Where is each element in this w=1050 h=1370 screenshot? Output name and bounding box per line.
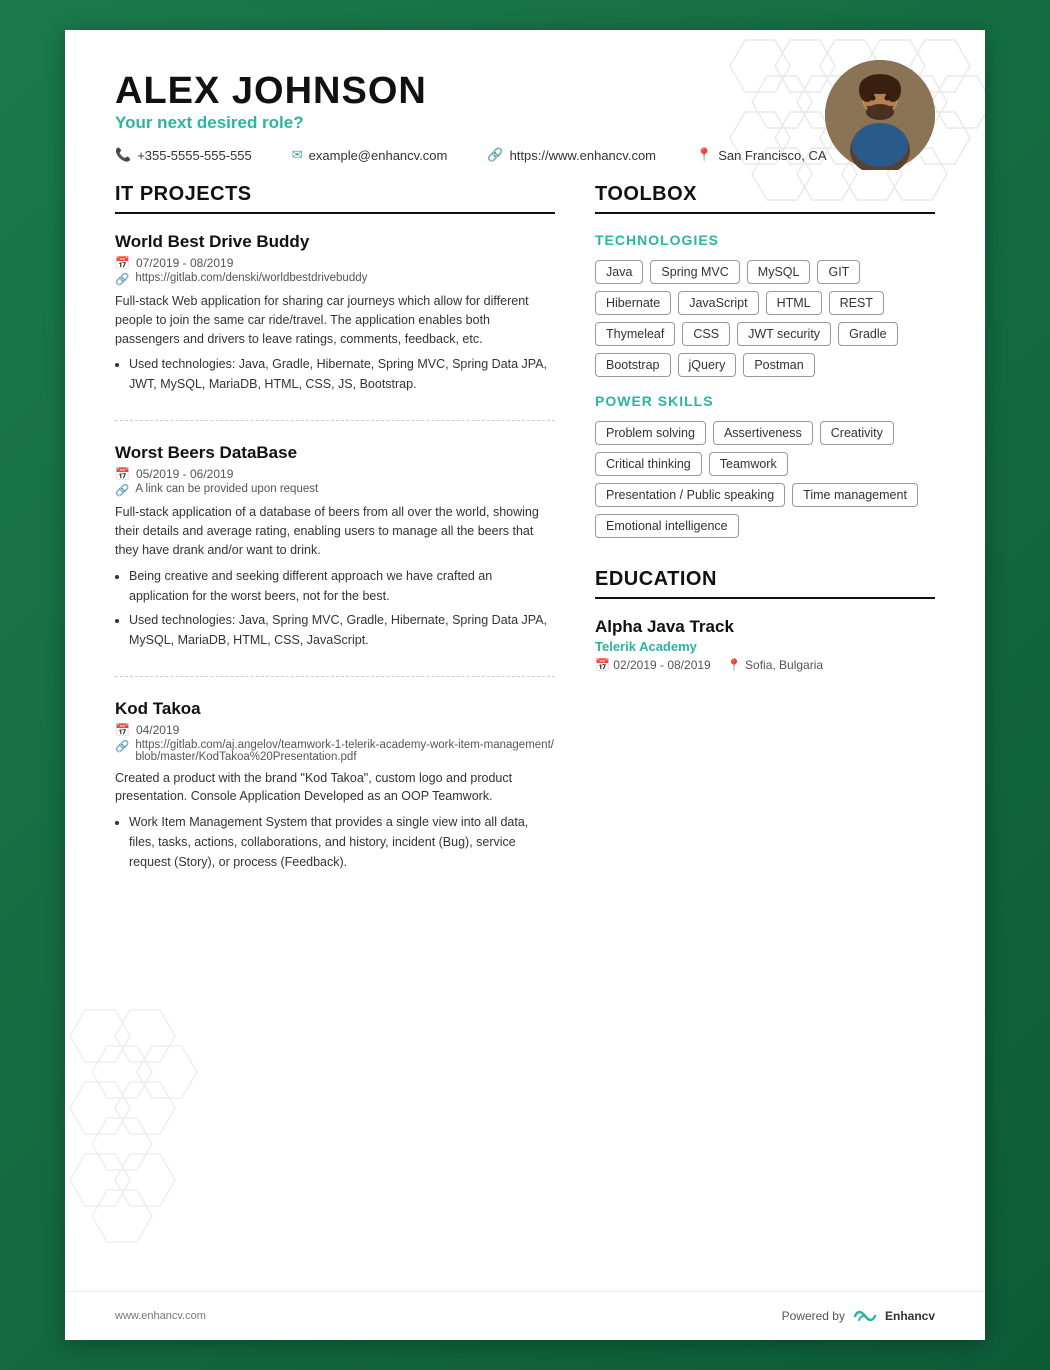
project-3-bullet-1: Work Item Management System that provide…	[129, 812, 555, 872]
project-1-bullet-1: Used technologies: Java, Gradle, Hiberna…	[129, 354, 555, 394]
link-icon-2: 🔗	[115, 483, 129, 497]
project-3-desc: Created a product with the brand "Kod Ta…	[115, 769, 555, 807]
website-url: https://www.enhancv.com	[510, 148, 656, 163]
project-2-link: 🔗 A link can be provided upon request	[115, 483, 555, 497]
right-column: TOOLBOX TECHNOLOGIES Java Spring MVC MyS…	[595, 183, 935, 920]
project-2-bullet-2: Used technologies: Java, Spring MVC, Gra…	[129, 610, 555, 650]
location-text: San Francisco, CA	[718, 148, 826, 163]
project-3: Kod Takoa 📅 04/2019 🔗 https://gitlab.com…	[115, 699, 555, 899]
tag-bootstrap: Bootstrap	[595, 353, 671, 377]
edu-date: 📅 02/2019 - 08/2019	[595, 658, 711, 672]
edu-school: Telerik Academy	[595, 639, 935, 654]
footer-website: www.enhancv.com	[115, 1310, 206, 1322]
skill-emotional-intelligence: Emotional intelligence	[595, 514, 739, 538]
tag-html: HTML	[766, 291, 822, 315]
project-2-bullet-1: Being creative and seeking different app…	[129, 566, 555, 606]
it-projects-title: IT PROJECTS	[115, 183, 555, 214]
project-2-title: Worst Beers DataBase	[115, 443, 555, 463]
technologies-label: TECHNOLOGIES	[595, 232, 935, 248]
project-3-title: Kod Takoa	[115, 699, 555, 719]
calendar-icon-1: 📅	[115, 256, 130, 270]
tag-git: GIT	[817, 260, 860, 284]
skill-critical-thinking: Critical thinking	[595, 452, 702, 476]
brand-name: Enhancv	[885, 1309, 935, 1323]
power-skills-label: POWER SKILLS	[595, 393, 935, 409]
location-contact: 📍 San Francisco, CA	[696, 147, 827, 163]
location-icon-edu: 📍	[727, 658, 742, 672]
tag-postman: Postman	[743, 353, 814, 377]
candidate-name: ALEX JOHNSON	[115, 70, 935, 113]
tag-hibernate: Hibernate	[595, 291, 671, 315]
technologies-tags: Java Spring MVC MySQL GIT Hibernate Java…	[595, 260, 935, 377]
contact-info: 📞 +355-5555-555-555 ✉ example@enhancv.co…	[115, 147, 935, 163]
skill-presentation: Presentation / Public speaking	[595, 483, 785, 507]
candidate-role: Your next desired role?	[115, 113, 935, 133]
tag-mysql: MySQL	[747, 260, 811, 284]
edu-location: 📍 Sofia, Bulgaria	[727, 658, 823, 672]
powered-by-text: Powered by	[782, 1309, 845, 1323]
education-title: EDUCATION	[595, 568, 935, 599]
project-1-bullets: Used technologies: Java, Gradle, Hiberna…	[115, 354, 555, 394]
project-2-desc: Full-stack application of a database of …	[115, 503, 555, 559]
project-1-date: 📅 07/2019 - 08/2019	[115, 256, 555, 270]
skill-time-management: Time management	[792, 483, 918, 507]
link-icon: 🔗	[487, 147, 503, 163]
project-1-title: World Best Drive Buddy	[115, 232, 555, 252]
email-contact: ✉ example@enhancv.com	[292, 147, 448, 163]
calendar-icon-edu: 📅	[595, 658, 610, 672]
project-2: Worst Beers DataBase 📅 05/2019 - 06/2019…	[115, 443, 555, 676]
project-3-bullets: Work Item Management System that provide…	[115, 812, 555, 872]
hex-decoration-bottom	[65, 1000, 235, 1280]
enhancv-logo-icon	[853, 1306, 877, 1326]
project-3-link: 🔗 https://gitlab.com/aj.angelov/teamwork…	[115, 739, 555, 763]
calendar-icon-3: 📅	[115, 723, 130, 737]
resume-page: ALEX JOHNSON Your next desired role? 📞 +…	[65, 30, 985, 1340]
tag-javascript: JavaScript	[678, 291, 758, 315]
email-address: example@enhancv.com	[309, 148, 448, 163]
link-icon-1: 🔗	[115, 272, 129, 286]
tag-spring-mvc: Spring MVC	[650, 260, 739, 284]
project-1-desc: Full-stack Web application for sharing c…	[115, 292, 555, 348]
link-icon-3: 🔗	[115, 739, 129, 753]
calendar-icon-2: 📅	[115, 467, 130, 481]
location-icon: 📍	[696, 147, 712, 163]
footer-brand: Powered by Enhancv	[782, 1306, 935, 1326]
footer: www.enhancv.com Powered by Enhancv	[65, 1291, 985, 1340]
tag-css: CSS	[682, 322, 730, 346]
skill-problem-solving: Problem solving	[595, 421, 706, 445]
tag-rest: REST	[829, 291, 884, 315]
avatar-wrapper	[825, 60, 935, 170]
project-1: World Best Drive Buddy 📅 07/2019 - 08/20…	[115, 232, 555, 421]
tag-jquery: jQuery	[678, 353, 737, 377]
project-2-date: 📅 05/2019 - 06/2019	[115, 467, 555, 481]
project-3-date: 📅 04/2019	[115, 723, 555, 737]
header: ALEX JOHNSON Your next desired role? 📞 +…	[65, 30, 985, 183]
phone-number: +355-5555-555-555	[137, 148, 252, 163]
tag-java: Java	[595, 260, 643, 284]
phone-icon: 📞	[115, 147, 131, 163]
project-1-link: 🔗 https://gitlab.com/denski/worldbestdri…	[115, 272, 555, 286]
project-2-bullets: Being creative and seeking different app…	[115, 566, 555, 650]
toolbox-title: TOOLBOX	[595, 183, 935, 214]
edu-degree: Alpha Java Track	[595, 617, 935, 637]
avatar	[825, 60, 935, 170]
tag-gradle: Gradle	[838, 322, 898, 346]
phone-contact: 📞 +355-5555-555-555	[115, 147, 252, 163]
email-icon: ✉	[292, 147, 303, 163]
main-content: IT PROJECTS World Best Drive Buddy 📅 07/…	[65, 183, 985, 960]
left-column: IT PROJECTS World Best Drive Buddy 📅 07/…	[115, 183, 555, 920]
tag-thymeleaf: Thymeleaf	[595, 322, 675, 346]
website-contact: 🔗 https://www.enhancv.com	[487, 147, 656, 163]
tag-jwt: JWT security	[737, 322, 831, 346]
skill-creativity: Creativity	[820, 421, 894, 445]
power-skills-tags: Problem solving Assertiveness Creativity…	[595, 421, 935, 538]
edu-meta: 📅 02/2019 - 08/2019 📍 Sofia, Bulgaria	[595, 658, 935, 672]
skill-teamwork: Teamwork	[709, 452, 788, 476]
skill-assertiveness: Assertiveness	[713, 421, 813, 445]
